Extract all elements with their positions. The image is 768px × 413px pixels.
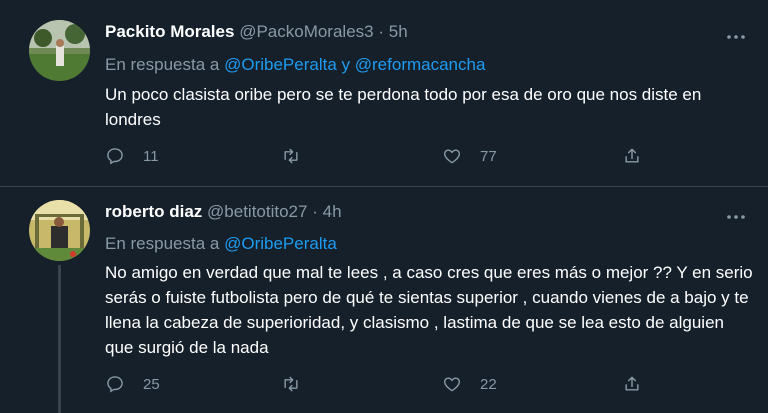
like-button[interactable]: 22 [442, 374, 497, 394]
like-count: 77 [480, 147, 497, 165]
author-handle[interactable]: @betitotito27 [207, 202, 307, 221]
retweet-icon [284, 148, 298, 164]
avatar[interactable] [29, 20, 90, 81]
tweet-text: Un poco clasista oribe pero se te perdon… [105, 85, 702, 129]
reply-context: En respuesta a @OribePeralta [105, 234, 337, 254]
retweet-icon [284, 376, 298, 392]
reply-conjunction: y [341, 55, 351, 74]
timestamp[interactable]: 5h [389, 22, 408, 41]
author-name[interactable]: Packito Morales [105, 22, 234, 41]
author-handle[interactable]: @PackoMorales3 [239, 22, 373, 41]
share-button[interactable] [622, 374, 642, 394]
heart-icon [444, 377, 460, 392]
tweet-header: roberto diaz @betitotito27 · 4h [105, 202, 342, 222]
avatar[interactable] [29, 200, 90, 261]
tweet[interactable]: Packito Morales @PackoMorales3 · 5h En r… [0, 0, 768, 187]
reply-prefix: En respuesta a [105, 55, 220, 74]
tweet-text: No amigo en verdad que mal te lees , a c… [105, 263, 753, 357]
reply-user-link[interactable]: @OribePeralta [224, 55, 337, 74]
reply-context: En respuesta a @OribePeralta y @reformac… [105, 55, 485, 75]
share-button[interactable] [622, 146, 642, 166]
separator: · [312, 202, 318, 221]
more-horizontal-icon[interactable] [726, 204, 746, 225]
reply-button[interactable]: 11 [105, 146, 159, 166]
thread-line [58, 265, 61, 413]
like-button[interactable]: 77 [442, 146, 497, 166]
tweet-actions: 11 77 [105, 146, 665, 170]
reply-count: 25 [143, 375, 160, 393]
retweet-button[interactable] [281, 374, 319, 394]
author-name[interactable]: roberto diaz [105, 202, 202, 221]
timestamp[interactable]: 4h [323, 202, 342, 221]
tweet[interactable]: roberto diaz @betitotito27 · 4h En respu… [0, 187, 768, 413]
reply-icon [107, 376, 123, 393]
like-count: 22 [480, 375, 497, 393]
more-horizontal-icon[interactable] [726, 24, 746, 45]
heart-icon [444, 149, 460, 164]
reply-icon [107, 148, 123, 165]
reply-user-link[interactable]: @OribePeralta [224, 234, 337, 253]
reply-user-link[interactable]: @reformacancha [355, 55, 486, 74]
reply-prefix: En respuesta a [105, 234, 220, 253]
reply-button[interactable]: 25 [105, 374, 160, 394]
retweet-button[interactable] [281, 146, 319, 166]
reply-count: 11 [143, 147, 159, 165]
tweet-actions: 25 22 [105, 374, 665, 398]
share-icon [625, 148, 639, 163]
share-icon [625, 376, 639, 391]
separator: · [378, 22, 385, 41]
tweet-header: Packito Morales @PackoMorales3 · 5h [105, 22, 408, 42]
